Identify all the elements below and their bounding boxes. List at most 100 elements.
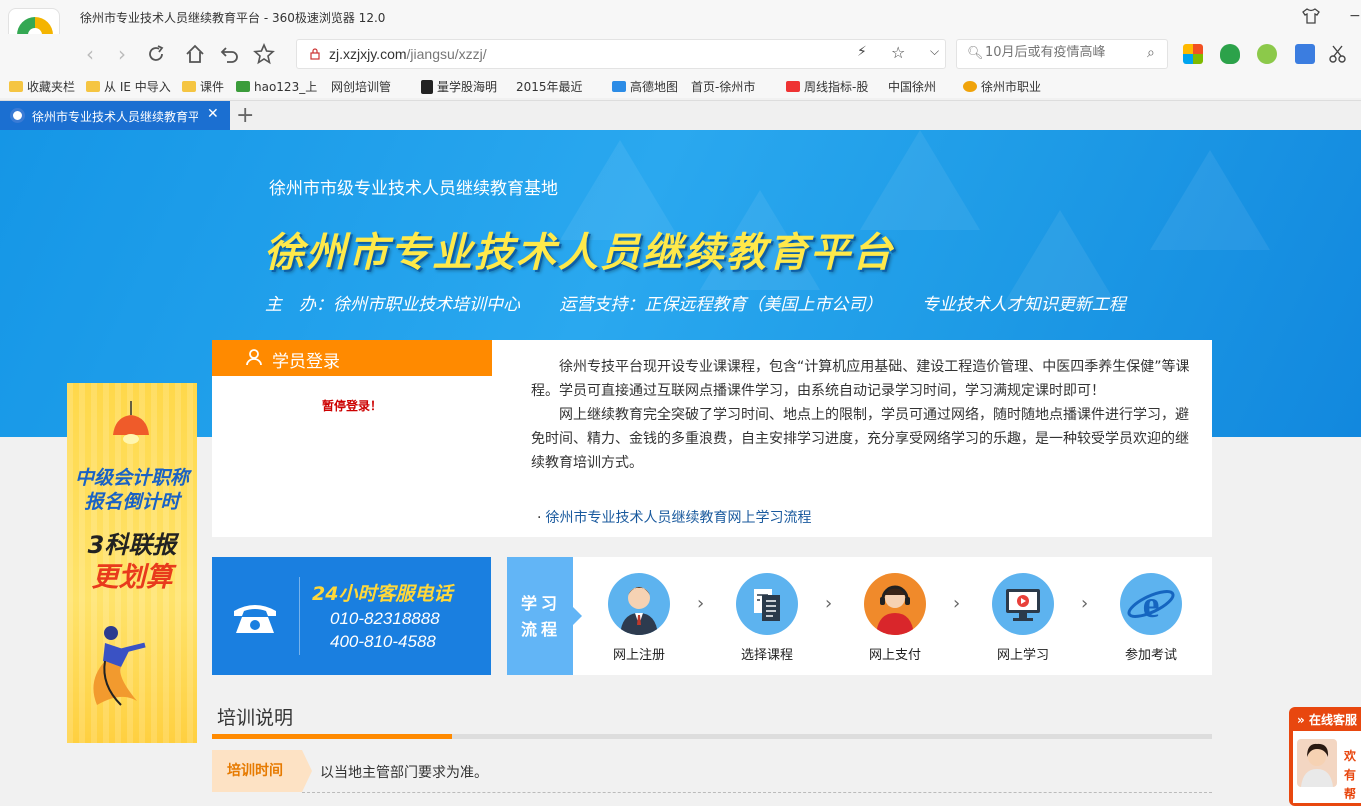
apps-grid-icon[interactable]: [1183, 44, 1203, 64]
banner-subtitle: 徐州市市级专业技术人员继续教育基地: [269, 179, 558, 199]
new-tab-icon[interactable]: +: [236, 103, 254, 128]
hao123-icon: [236, 81, 250, 92]
training-time-value: 以当地主管部门要求为准。: [320, 765, 488, 781]
bookmark-item[interactable]: 2015年最近: [516, 78, 583, 220]
pdf-extension-icon[interactable]: [1295, 44, 1315, 64]
extension-icon[interactable]: [1257, 44, 1277, 64]
training-time-label: 培训时间: [212, 750, 312, 792]
runner-icon: [93, 626, 146, 706]
bookmark-item[interactable]: hao123_上: [236, 78, 317, 95]
bookmark-item[interactable]: 徐州市职业: [963, 78, 1041, 95]
address-bar[interactable]: zj.xzjxjy.com/jiangsu/xzzj/ ⚡ ☆ ⌵: [296, 39, 946, 69]
chevron-right-icon: ›: [1081, 593, 1089, 614]
bookmark-item[interactable]: 量学股海明: [421, 78, 497, 95]
hotline-title: 24小时客服电话: [312, 583, 453, 605]
folder-icon: [9, 81, 23, 92]
favorite-star-icon[interactable]: [253, 43, 275, 65]
row-divider: [302, 792, 1212, 793]
undo-icon[interactable]: [220, 44, 240, 64]
exam-e-icon: e: [1120, 573, 1182, 635]
ad-text: 中级会计职称: [74, 467, 189, 489]
banner-decoration: [1150, 150, 1270, 250]
security-shield-icon[interactable]: [1220, 44, 1240, 64]
main-panel: 学员登录 暂停登录！ 徐州专技平台现开设专业课课程，包含“计算机应用基础、建设工…: [212, 340, 1212, 537]
search-icon: 🔍︎: [967, 46, 984, 61]
hotline-number: 400-810-4588: [330, 632, 436, 651]
folder-icon: [182, 81, 196, 92]
section-underline-highlight: [212, 734, 452, 739]
forward-icon[interactable]: ›: [110, 42, 134, 66]
bookmark-item[interactable]: 高德地图: [612, 78, 678, 95]
service-text: 有: [1344, 768, 1357, 782]
home-icon[interactable]: [184, 43, 206, 65]
search-go-icon[interactable]: ⌕: [1147, 45, 1155, 61]
intro-text: 徐州专技平台现开设专业课课程，包含“计算机应用基础、建设工程造价管理、中医四季养…: [531, 355, 1193, 475]
login-header: 学员登录: [212, 340, 492, 376]
browser-navbar: ‹ › zj.xzjxjy.com/jiangsu/xzzj/ ⚡ ☆ ⌵ 🔍︎…: [0, 34, 1361, 74]
browser-titlebar: 徐州市专业技术人员继续教育平台 - 360极速浏览器 12.0 −: [0, 0, 1361, 34]
divider: [299, 577, 300, 655]
service-agent-avatar: [1297, 739, 1337, 787]
hotline-panel: 24小时客服电话 010-82318888 400-810-4588: [212, 557, 491, 675]
flow-step-payment[interactable]: 网上支付: [855, 573, 935, 663]
payment-agent-icon: [864, 573, 926, 635]
chevron-down-icon[interactable]: ⌵: [930, 44, 939, 59]
bookmark-item[interactable]: 首页-徐州市: [691, 78, 755, 220]
flow-step-register[interactable]: 网上注册: [599, 573, 679, 663]
site-favicon-icon: [10, 108, 25, 123]
bookmark-item[interactable]: 课件: [182, 78, 224, 95]
minimize-icon[interactable]: −: [1349, 8, 1361, 24]
window-title: 徐州市专业技术人员继续教育平台 - 360极速浏览器 12.0: [80, 11, 386, 25]
bookmark-item[interactable]: 中国徐州: [888, 78, 936, 220]
intro-paragraph: 网上继续教育完全突破了学习时间、地点上的限制，学员可通过网络，随时随地点播课件进…: [531, 407, 1189, 471]
bookmark-star-icon[interactable]: ☆: [891, 43, 905, 62]
ad-text: 更划算: [91, 562, 173, 593]
service-title: » 在线客服: [1297, 713, 1357, 727]
amap-icon: [612, 81, 626, 92]
banner-sponsors: 主 办：徐州市职业技术培训中心 运营支持：正保远程教育（美国上市公司） 专业技术…: [265, 290, 1160, 315]
flow-step-exam[interactable]: e 参加考试: [1111, 573, 1191, 663]
search-box[interactable]: 🔍︎ ⌕: [956, 39, 1168, 69]
side-advertisement[interactable]: 中级会计职称 报名倒计时 3科联报 更划算: [67, 383, 197, 743]
svg-text:e: e: [1143, 584, 1160, 626]
service-text: 欢: [1344, 749, 1357, 763]
back-icon[interactable]: ‹: [78, 42, 102, 66]
tab-active[interactable]: 徐州市专业技术人员继续教育平台 ✕: [0, 101, 230, 130]
user-icon: [246, 349, 262, 366]
login-suspended-message: 暂停登录！: [322, 399, 383, 413]
lamp-icon: [113, 401, 149, 444]
speed-mode-icon[interactable]: ⚡: [857, 44, 867, 60]
scissors-icon[interactable]: [1328, 44, 1348, 64]
ad-text: 报名倒计时: [84, 491, 180, 513]
bookmark-item[interactable]: 收藏夹栏: [9, 78, 75, 95]
telephone-icon: [234, 605, 276, 633]
service-text: 帮: [1344, 787, 1357, 801]
login-title: 学员登录: [272, 352, 340, 372]
chevron-right-icon: ›: [697, 593, 705, 614]
learning-flow-link[interactable]: · 徐州市专业技术人员继续教育网上学习流程: [537, 507, 811, 527]
chart-icon: [421, 79, 433, 94]
skin-icon[interactable]: [1302, 8, 1320, 24]
banner-decoration: [860, 130, 980, 230]
search-input[interactable]: [985, 45, 1135, 60]
sponsor-operator: 运营支持：正保远程教育（美国上市公司）: [559, 295, 883, 315]
folder-icon: [86, 81, 100, 92]
bookmarks-bar: 收藏夹栏 从 IE 中导入 课件 hao123_上 网创培训管 量学股海明 20…: [0, 74, 1361, 220]
bookmark-item[interactable]: 周线指标-股: [786, 78, 868, 95]
close-icon[interactable]: ✕: [207, 106, 219, 122]
insecure-lock-icon[interactable]: [309, 48, 321, 60]
bookmark-item[interactable]: 从 IE 中导入: [86, 78, 171, 95]
flow-step-study[interactable]: 网上学习: [983, 573, 1063, 663]
tab-strip: 徐州市专业技术人员继续教育平台 ✕ +: [0, 100, 1361, 130]
url-text[interactable]: zj.xzjxjy.com/jiangsu/xzzj/: [329, 46, 487, 62]
service-body: 欢 有 帮: [1293, 731, 1361, 803]
reload-icon[interactable]: [146, 44, 166, 64]
flow-label: 学习 流程: [507, 557, 582, 675]
section-title: 培训说明: [217, 707, 294, 729]
register-person-icon: [608, 573, 670, 635]
flow-step-select-course[interactable]: 选择课程: [727, 573, 807, 663]
chevron-right-icon: ›: [825, 593, 833, 614]
online-service-widget[interactable]: » 在线客服 欢 有 帮: [1289, 707, 1361, 806]
pang-icon: [786, 81, 800, 92]
bookmark-item[interactable]: 网创培训管: [331, 78, 391, 220]
